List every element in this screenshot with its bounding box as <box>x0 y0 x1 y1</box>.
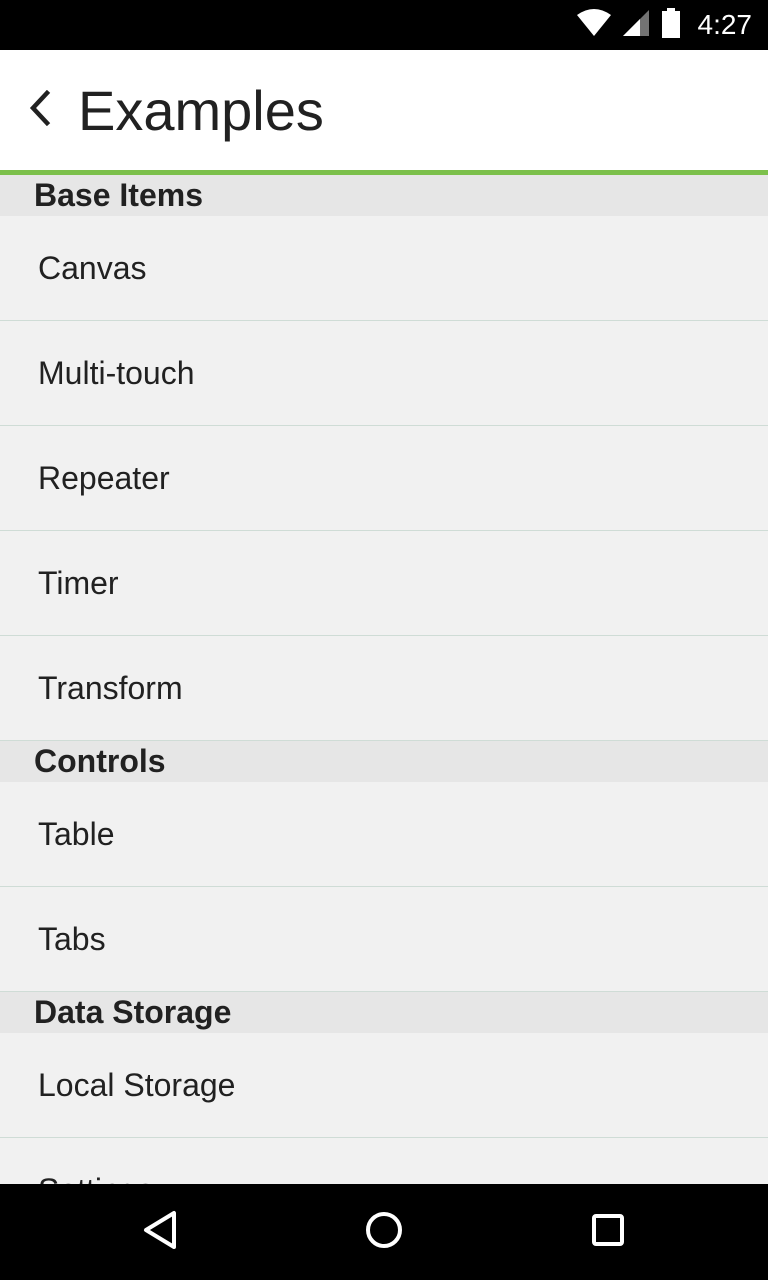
back-button[interactable] <box>18 88 62 132</box>
back-triangle-icon <box>140 1210 180 1255</box>
list-item-canvas[interactable]: Canvas <box>0 216 768 321</box>
list-item-multi-touch[interactable]: Multi-touch <box>0 321 768 426</box>
chevron-left-icon <box>27 89 53 131</box>
status-icons: 4:27 <box>576 0 753 50</box>
list-item-tabs[interactable]: Tabs <box>0 887 768 992</box>
wifi-icon <box>576 8 612 42</box>
cell-signal-icon <box>622 9 650 42</box>
section-header-controls: Controls <box>0 741 768 782</box>
list-item-local-storage[interactable]: Local Storage <box>0 1033 768 1138</box>
nav-recents-button[interactable] <box>584 1208 632 1256</box>
recents-square-icon <box>588 1210 628 1255</box>
list-item-table[interactable]: Table <box>0 782 768 887</box>
nav-home-button[interactable] <box>360 1208 408 1256</box>
section-header-data-storage: Data Storage <box>0 992 768 1033</box>
status-bar: 4:27 <box>0 0 768 50</box>
examples-list[interactable]: Base Items Canvas Multi-touch Repeater T… <box>0 175 768 1184</box>
home-circle-icon <box>364 1210 404 1255</box>
nav-back-button[interactable] <box>136 1208 184 1256</box>
list-item-timer[interactable]: Timer <box>0 531 768 636</box>
navigation-bar <box>0 1184 768 1280</box>
list-item-repeater[interactable]: Repeater <box>0 426 768 531</box>
battery-icon <box>660 7 682 43</box>
section-header-base-items: Base Items <box>0 175 768 216</box>
list-item-settings[interactable]: Settings <box>0 1138 768 1184</box>
page-title: Examples <box>78 79 324 142</box>
app-bar: Examples <box>0 50 768 170</box>
list-item-transform[interactable]: Transform <box>0 636 768 741</box>
status-time: 4:27 <box>697 9 753 40</box>
